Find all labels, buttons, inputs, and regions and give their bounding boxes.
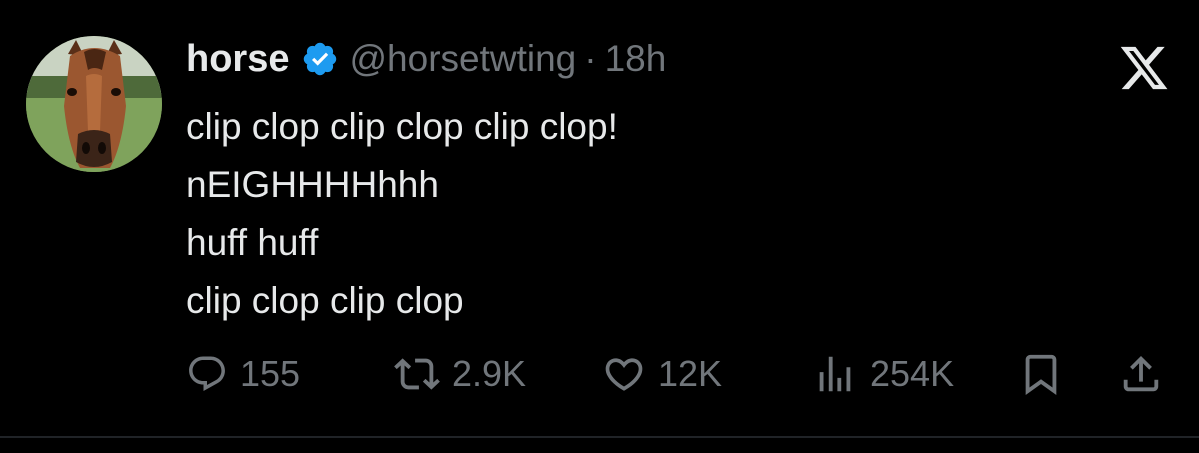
tweet-header: horse @horsetwting · 18h bbox=[186, 36, 666, 82]
divider bbox=[0, 436, 1199, 438]
like-icon bbox=[605, 358, 643, 391]
horse-avatar-icon bbox=[26, 36, 162, 172]
repost-icon bbox=[394, 358, 440, 390]
views-icon bbox=[819, 356, 851, 392]
share-icon bbox=[1123, 355, 1159, 392]
x-logo-icon[interactable] bbox=[1118, 42, 1170, 94]
reply-count: 155 bbox=[240, 353, 301, 394]
tweet-line: clip clop clip clop clip clop! bbox=[186, 106, 618, 147]
action-bar: 155 2.9K 12K 254K bbox=[0, 344, 1199, 404]
avatar[interactable] bbox=[26, 36, 162, 172]
reply-button[interactable]: 155 bbox=[186, 344, 300, 404]
tweet-time[interactable]: 18h bbox=[605, 38, 667, 80]
repost-button[interactable]: 2.9K bbox=[394, 344, 526, 404]
verified-badge-icon[interactable] bbox=[301, 40, 339, 78]
views-count: 254K bbox=[870, 353, 955, 394]
separator-dot: · bbox=[584, 38, 597, 79]
tweet: horse @horsetwting · 18h clip clop clip … bbox=[0, 0, 1199, 453]
bookmark-icon bbox=[1025, 354, 1057, 395]
like-count: 12K bbox=[658, 353, 723, 394]
tweet-text: clip clop clip clop clip clop! nEIGHHHHh… bbox=[186, 98, 618, 330]
repost-count: 2.9K bbox=[452, 353, 527, 394]
tweet-line: nEIGHHHHhhh bbox=[186, 164, 439, 205]
like-button[interactable]: 12K bbox=[602, 344, 722, 404]
views-button[interactable]: 254K bbox=[812, 344, 954, 404]
tweet-line: clip clop clip clop bbox=[186, 280, 464, 321]
reply-icon bbox=[189, 356, 225, 391]
bookmark-button[interactable] bbox=[1018, 344, 1064, 404]
author-name[interactable]: horse bbox=[186, 38, 289, 81]
tweet-line: huff huff bbox=[186, 222, 319, 263]
share-button[interactable] bbox=[1118, 344, 1164, 404]
author-handle[interactable]: @horsetwting bbox=[349, 38, 576, 80]
